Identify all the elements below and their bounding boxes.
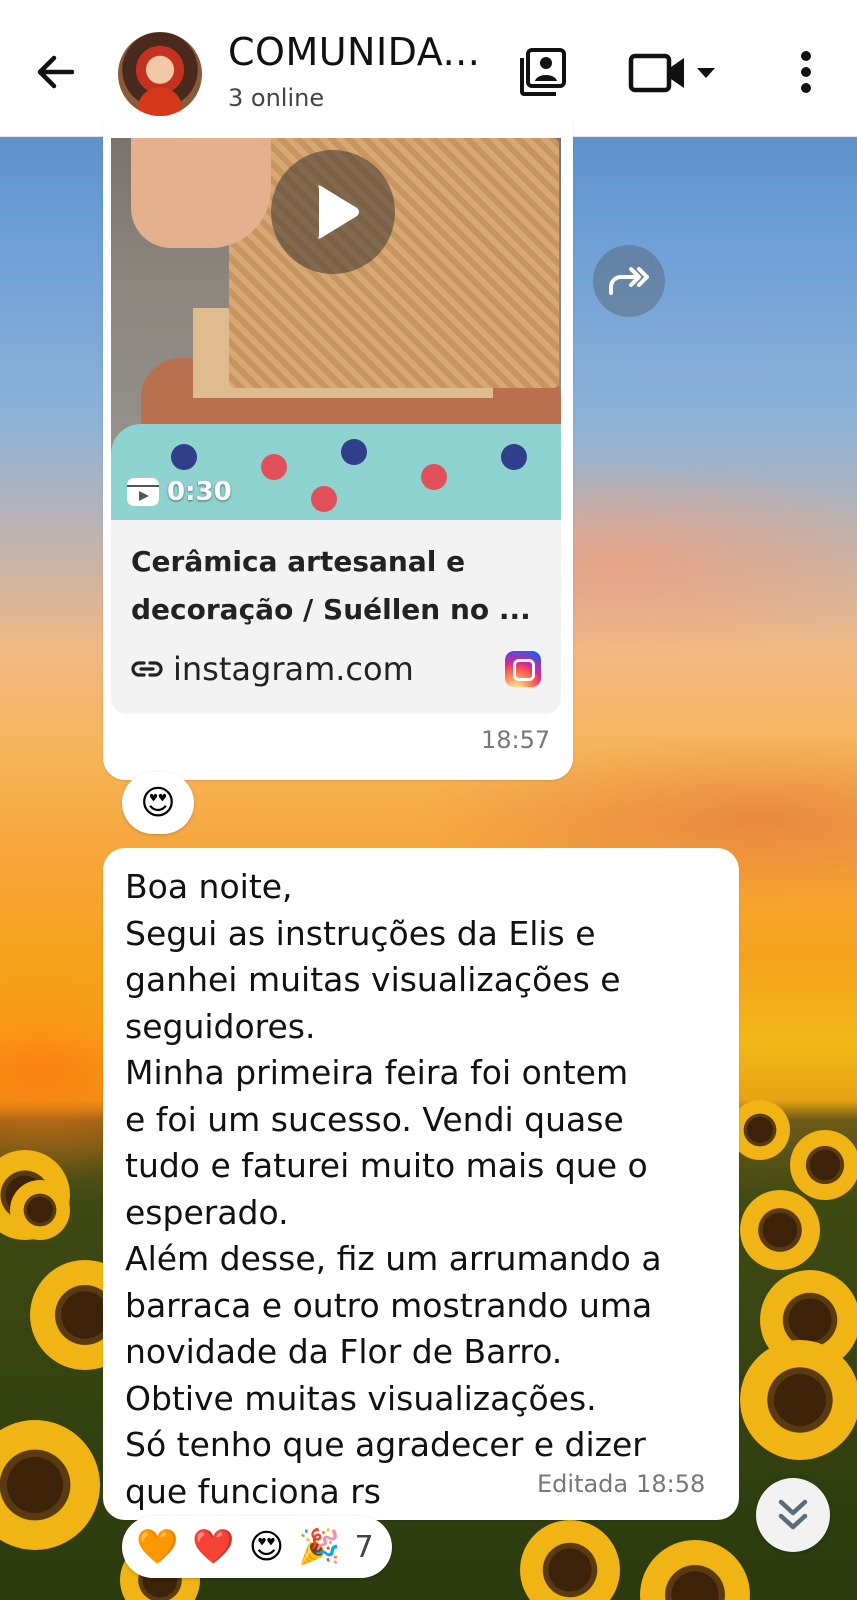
caret-down-icon	[697, 68, 715, 78]
message-timestamp: 18:58	[636, 1470, 706, 1498]
message-timestamp: 18:57	[481, 726, 551, 754]
heart-eyes-reaction: 😍	[248, 1527, 285, 1567]
arrow-left-icon	[37, 55, 75, 89]
double-chevron-down-icon	[778, 1499, 808, 1530]
link-title[interactable]: Cerâmica artesanal e decoração / Suéllen…	[111, 520, 561, 638]
chat-title[interactable]: COMUNIDA...	[228, 30, 488, 74]
link-source-row[interactable]: instagram.com	[111, 638, 561, 714]
play-icon	[318, 185, 359, 239]
red-heart-reaction: ❤️	[192, 1527, 235, 1567]
video-call-button[interactable]	[628, 52, 720, 98]
reaction-emoji: 😍	[140, 783, 176, 823]
more-vertical-icon	[801, 51, 811, 93]
forward-icon	[609, 267, 649, 295]
orange-heart-reaction: 🧡	[136, 1527, 179, 1567]
video-thumbnail[interactable]: 0:30	[111, 138, 561, 520]
link-preview-card[interactable]: 0:30 Cerâmica artesanal e decoração / Su…	[111, 138, 561, 714]
message-reaction[interactable]: 😍	[122, 772, 194, 834]
back-button[interactable]	[30, 46, 82, 98]
scroll-to-bottom-button[interactable]	[756, 1478, 830, 1552]
online-status: 3 online	[228, 84, 325, 112]
video-duration-text: 0:30	[167, 477, 232, 507]
forward-button[interactable]	[593, 245, 665, 317]
link-message-bubble[interactable]: 0:30 Cerâmica artesanal e decoração / Su…	[103, 120, 573, 780]
play-button[interactable]	[271, 150, 395, 274]
instagram-icon	[505, 651, 541, 687]
message-reactions[interactable]: 🧡 ❤️ 😍 🎉 7	[122, 1516, 392, 1578]
contact-card-button[interactable]	[518, 46, 570, 102]
group-avatar[interactable]	[118, 32, 202, 116]
more-options-button[interactable]	[790, 50, 822, 98]
edited-label: Editada	[537, 1470, 629, 1498]
contact-card-icon	[520, 48, 566, 96]
text-message-bubble[interactable]: Boa noite, Segui as instruções da Elis e…	[103, 848, 739, 1520]
party-popper-reaction: 🎉	[298, 1527, 341, 1567]
link-icon	[131, 661, 163, 677]
chat-header: COMUNIDA... 3 online	[0, 0, 857, 137]
video-camera-icon	[628, 53, 715, 93]
message-text: Boa noite, Segui as instruções da Elis e…	[125, 867, 662, 1511]
video-duration: 0:30	[125, 474, 232, 510]
link-domain: instagram.com	[173, 650, 414, 688]
message-meta: Editada 18:58	[537, 1470, 705, 1498]
reel-icon	[127, 478, 159, 506]
reaction-count: 7	[354, 1529, 374, 1565]
